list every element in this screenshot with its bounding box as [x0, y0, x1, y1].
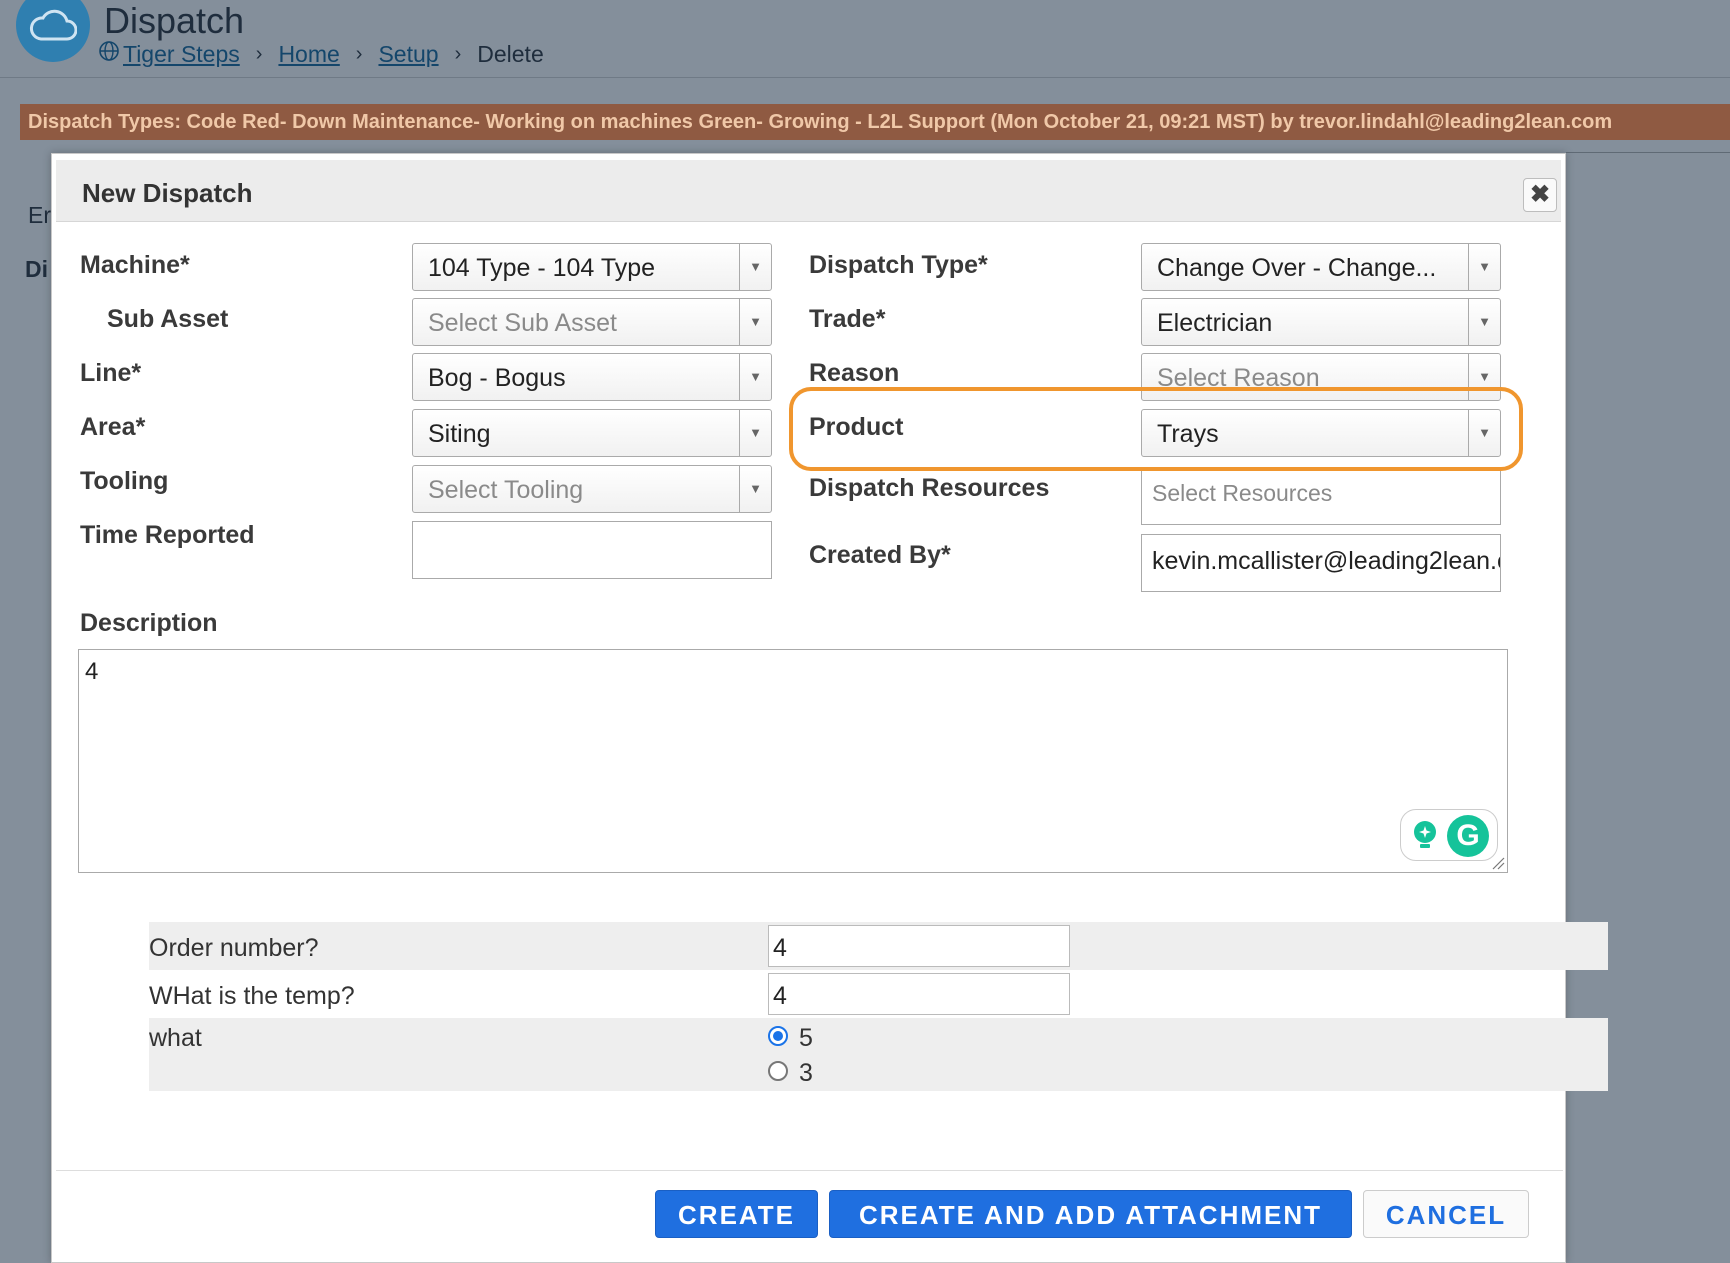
dropdown-arrow-icon: ▼ [739, 244, 771, 290]
trade-value: Electrician [1157, 309, 1273, 337]
modal-title: New Dispatch [82, 178, 253, 208]
dispatch-resources-input[interactable]: Select Resources [1141, 467, 1501, 525]
grammarly-widget[interactable]: G [1400, 809, 1498, 861]
trade-select[interactable]: Electrician ▼ [1141, 298, 1501, 346]
breadcrumb-separator: › [255, 42, 263, 65]
reason-label: Reason [809, 359, 900, 387]
globe-icon [98, 40, 120, 68]
dispatch-types-banner: Dispatch Types: Code Red- Down Maintenan… [20, 104, 1730, 140]
temp-input[interactable]: 4 [768, 973, 1070, 1015]
product-highlight-annotation [789, 387, 1523, 471]
description-label: Description [80, 609, 218, 637]
tooling-select[interactable]: Select Tooling ▼ [412, 465, 772, 513]
order-number-value: 4 [773, 934, 787, 962]
dropdown-arrow-icon: ▼ [739, 299, 771, 345]
dispatch-resources-placeholder: Select Resources [1152, 480, 1333, 506]
background-divider [1566, 152, 1730, 153]
breadcrumb: Tiger Steps › Home › Setup › Delete [98, 40, 544, 68]
background-text: Er [28, 202, 51, 228]
dispatch-type-value: Change Over - Change... [1157, 254, 1437, 282]
cancel-button[interactable]: CANCEL [1363, 1190, 1529, 1238]
question-row: what 5 3 [149, 1018, 1608, 1091]
breadcrumb-setup-link[interactable]: Setup [378, 41, 438, 68]
app-header: Dispatch Tiger Steps › Home › Setup › De… [0, 0, 1730, 78]
background-heading: Di [25, 256, 48, 282]
dispatch-type-label: Dispatch Type* [809, 251, 988, 279]
description-value: 4 [85, 658, 99, 685]
tooling-label: Tooling [80, 467, 169, 495]
close-icon[interactable]: ✖ [1523, 178, 1557, 212]
footer-divider [56, 1170, 1563, 1171]
question-row: WHat is the temp? 4 [149, 970, 1608, 1018]
question-label: WHat is the temp? [149, 982, 355, 1010]
grammarly-icon[interactable]: G [1447, 815, 1489, 857]
machine-label: Machine* [80, 251, 190, 279]
breadcrumb-separator: › [355, 42, 363, 65]
area-select[interactable]: Siting ▼ [412, 409, 772, 457]
question-row: Order number? 4 [149, 922, 1608, 970]
line-value: Bog - Bogus [428, 364, 566, 392]
time-reported-input[interactable] [412, 521, 772, 579]
modal-header: New Dispatch ✖ [56, 160, 1561, 222]
dropdown-arrow-icon: ▼ [739, 466, 771, 512]
area-value: Siting [428, 420, 491, 448]
question-label: what [149, 1024, 202, 1052]
resize-handle-icon[interactable] [1491, 856, 1505, 870]
description-textarea[interactable]: 4 [78, 649, 1508, 873]
radio-option-5[interactable] [768, 1026, 788, 1046]
radio-label: 5 [799, 1024, 813, 1052]
breadcrumb-current: Delete [477, 40, 544, 67]
app-title: Dispatch [104, 0, 245, 41]
created-by-input[interactable]: kevin.mcallister@leading2lean.com [1141, 534, 1501, 592]
dropdown-arrow-icon: ▼ [1468, 244, 1500, 290]
created-by-label: Created By* [809, 541, 951, 569]
time-reported-label: Time Reported [80, 521, 255, 549]
radio-option-3[interactable] [768, 1061, 788, 1081]
dispatch-resources-label: Dispatch Resources [809, 474, 1050, 502]
tooling-placeholder: Select Tooling [428, 476, 584, 504]
machine-select[interactable]: 104 Type - 104 Type ▼ [412, 243, 772, 291]
temp-value: 4 [773, 982, 787, 1010]
line-label: Line* [80, 359, 142, 387]
cloud-icon [16, 0, 90, 62]
dropdown-arrow-icon: ▼ [1468, 299, 1500, 345]
dispatch-type-select[interactable]: Change Over - Change... ▼ [1141, 243, 1501, 291]
question-label: Order number? [149, 934, 319, 962]
sub-asset-label: Sub Asset [107, 305, 229, 333]
radio-label: 3 [799, 1059, 813, 1087]
area-label: Area* [80, 413, 146, 441]
breadcrumb-site-link[interactable]: Tiger Steps [123, 41, 240, 68]
dropdown-arrow-icon: ▼ [739, 410, 771, 456]
order-number-input[interactable]: 4 [768, 925, 1070, 967]
breadcrumb-home-link[interactable]: Home [278, 41, 339, 68]
breadcrumb-separator: › [454, 42, 462, 65]
create-button[interactable]: CREATE [655, 1190, 818, 1238]
create-and-add-attachment-button[interactable]: CREATE AND ADD ATTACHMENT [829, 1190, 1352, 1238]
line-select[interactable]: Bog - Bogus ▼ [412, 353, 772, 401]
dropdown-arrow-icon: ▼ [739, 354, 771, 400]
trade-label: Trade* [809, 305, 886, 333]
sub-asset-select[interactable]: Select Sub Asset ▼ [412, 298, 772, 346]
sub-asset-placeholder: Select Sub Asset [428, 309, 618, 337]
created-by-value: kevin.mcallister@leading2lean.com [1152, 547, 1500, 575]
grammarly-bulb-icon[interactable] [1411, 820, 1439, 852]
machine-value: 104 Type - 104 Type [428, 254, 656, 282]
